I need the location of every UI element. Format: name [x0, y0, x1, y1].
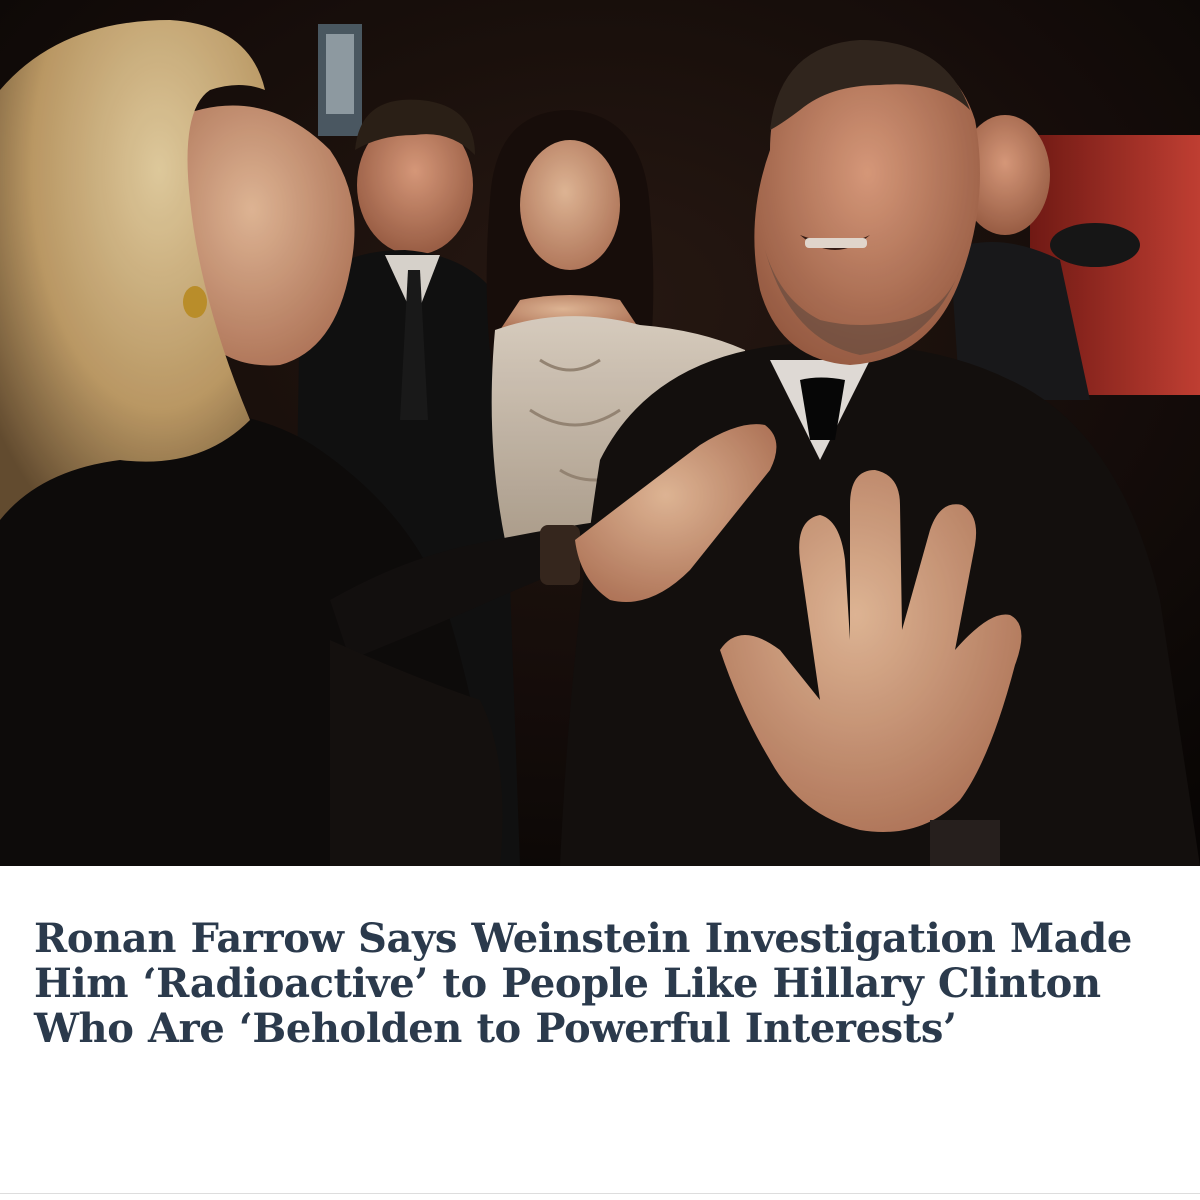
article-headline[interactable]: Ronan Farrow Says Weinstein Investigatio… — [34, 916, 1164, 1051]
photo-illustration — [0, 0, 1200, 866]
divider — [0, 1193, 1200, 1194]
headline-container[interactable]: Ronan Farrow Says Weinstein Investigatio… — [34, 916, 1164, 1051]
article-photo[interactable] — [0, 0, 1200, 866]
article-card[interactable]: Ronan Farrow Says Weinstein Investigatio… — [0, 0, 1200, 1200]
